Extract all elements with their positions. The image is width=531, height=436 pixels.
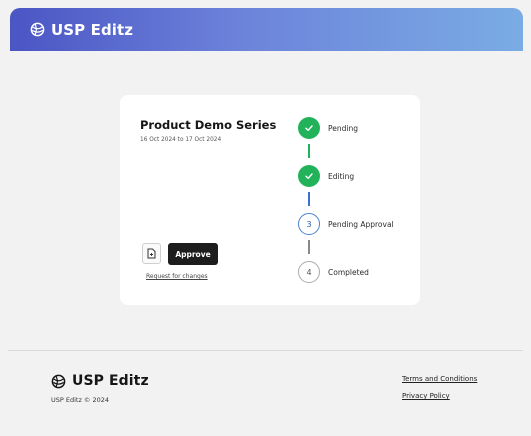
check-icon [305,173,313,179]
check-icon [305,125,313,131]
project-card: Product Demo Series 16 Oct 2024 to 17 Oc… [120,95,420,305]
brand-name: USP Editz [51,20,134,39]
step-completed-badge [298,117,320,139]
step-connector [308,240,310,254]
step-editing: Editing [298,165,354,187]
step-pending-approval: 3 Pending Approval [298,213,394,235]
document-icon [147,248,156,259]
privacy-policy-link[interactable]: Privacy Policy [402,392,450,400]
copyright-text: USP Editz © 2024 [51,396,110,404]
document-button[interactable] [142,243,161,264]
step-completed: 4 Completed [298,261,369,283]
project-dates: 16 Oct 2024 to 17 Oct 2024 [140,137,222,143]
step-label: Pending [328,123,358,133]
step-label: Pending Approval [328,219,394,229]
footer-divider [8,350,523,351]
approve-button[interactable]: Approve [168,243,218,265]
app-header: USP Editz [10,8,523,51]
step-number-badge: 4 [298,261,320,283]
step-completed-badge [298,165,320,187]
footer-brand-name: USP Editz [72,373,149,389]
dotted-globe-icon [30,22,45,37]
step-label: Completed [328,267,369,277]
project-title: Product Demo Series [140,118,277,132]
header-brand[interactable]: USP Editz [30,21,133,39]
dotted-globe-icon [51,374,66,388]
request-changes-link[interactable]: Request for changes [146,273,208,280]
terms-link[interactable]: Terms and Conditions [402,375,477,383]
step-number-badge: 3 [298,213,320,235]
step-pending: Pending [298,117,358,139]
step-connector [308,192,310,206]
footer-brand[interactable]: USP Editz [51,373,149,389]
step-label: Editing [328,171,355,181]
step-connector [308,144,310,158]
